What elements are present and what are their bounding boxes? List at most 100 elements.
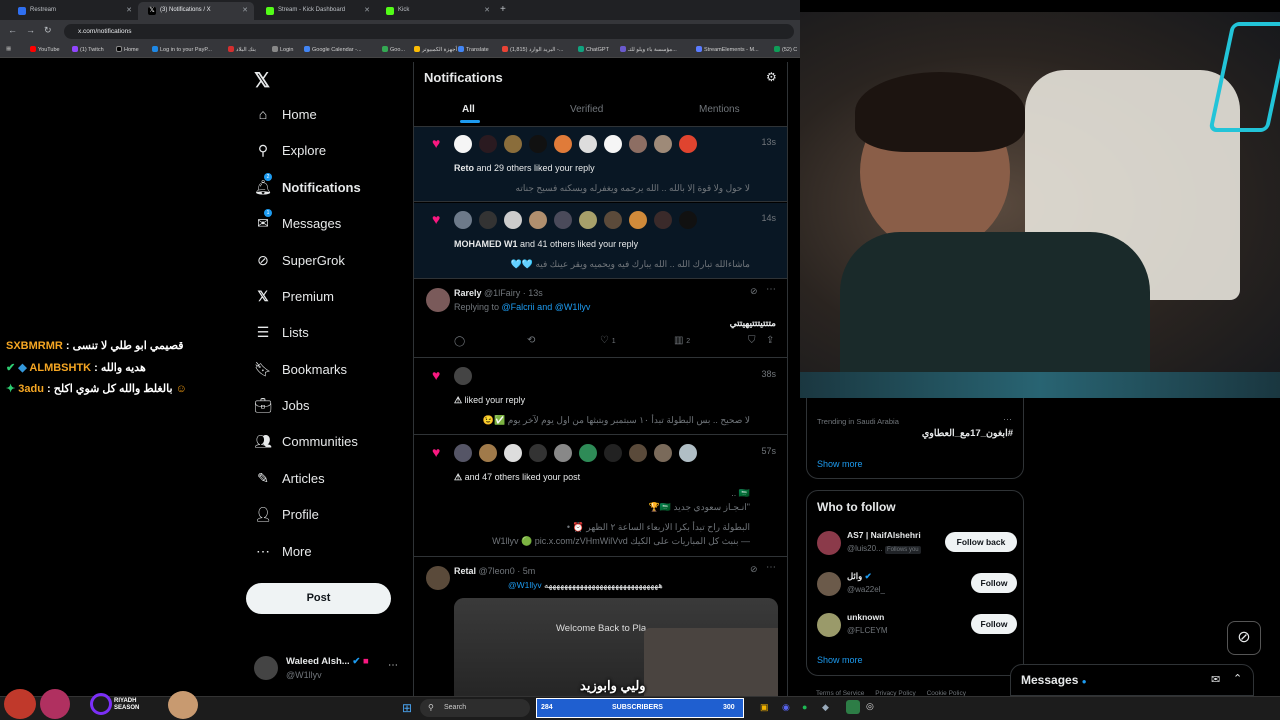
bookmark-item[interactable]: Home <box>116 46 139 53</box>
back-icon[interactable]: ← <box>8 25 17 35</box>
avatar[interactable] <box>604 135 622 153</box>
app-icon[interactable]: ◆ <box>822 702 829 713</box>
obs-icon[interactable]: ◎ <box>866 701 874 712</box>
views-button[interactable]: ▥ 2 <box>674 335 690 346</box>
bookmark-icon[interactable]: ⛉ <box>748 335 756 346</box>
folder-icon[interactable]: ▣ <box>760 702 769 713</box>
tab-all[interactable]: All <box>462 104 475 115</box>
notification-like[interactable]: ♥ 38s ⚠ liked your reply لا صحيح .. بس ا… <box>414 359 787 435</box>
avatar[interactable] <box>529 211 547 229</box>
more-icon[interactable]: ⋯ <box>1003 414 1012 425</box>
bookmark-item[interactable]: Google Calendar -... <box>304 46 362 53</box>
apps-icon[interactable]: ▦ <box>6 46 11 52</box>
avatar[interactable] <box>629 211 647 229</box>
avatar[interactable] <box>654 135 672 153</box>
show-more-link[interactable]: Show more <box>817 459 863 469</box>
bookmark-item[interactable]: مؤسسة باء ويلو للتـ... <box>620 46 677 53</box>
new-message-icon[interactable]: ✉ <box>1211 673 1220 686</box>
forward-icon[interactable]: → <box>26 25 35 35</box>
show-more-link[interactable]: Show more <box>817 655 863 665</box>
follow-suggestion[interactable]: وائل ✔ @wa22el_ Follow <box>807 568 1025 602</box>
bookmark-item[interactable]: YouTube <box>30 46 60 53</box>
notification-like[interactable]: ♥ 13s Reto and 29 others liked your repl… <box>414 127 787 202</box>
tab-restream[interactable]: Restream ✕ <box>8 2 138 20</box>
bookmark-item[interactable]: (1) Twitch <box>72 46 104 53</box>
bookmark-item[interactable]: Goo... <box>382 46 405 53</box>
avatar[interactable] <box>479 211 497 229</box>
avatar[interactable] <box>579 211 597 229</box>
more-icon[interactable]: ⋯ <box>766 284 776 295</box>
avatar[interactable] <box>604 444 622 462</box>
avatar[interactable] <box>426 288 450 312</box>
more-icon[interactable]: ⋯ <box>388 660 398 671</box>
notification-like[interactable]: ♥ 14s MOHAMED W1 and 41 others liked you… <box>414 203 787 279</box>
avatar[interactable] <box>679 211 697 229</box>
avatar[interactable] <box>426 566 450 590</box>
avatar[interactable] <box>454 367 472 385</box>
avatar[interactable] <box>454 135 472 153</box>
avatar[interactable] <box>629 444 647 462</box>
reply-icon[interactable]: ◯ <box>454 336 465 347</box>
reply-post[interactable]: Rarely @1lFairy · 13s ⊘ ⋯ Replying to @F… <box>414 280 787 358</box>
grok-icon[interactable]: ⊘ <box>1227 621 1261 655</box>
avatar[interactable] <box>554 444 572 462</box>
close-icon[interactable]: ✕ <box>126 6 132 14</box>
bookmark-item[interactable]: Login <box>272 46 293 53</box>
avatar[interactable] <box>504 135 522 153</box>
expand-icon[interactable]: ⌃ <box>1233 672 1242 685</box>
taskbar-search[interactable]: ⚲ Search <box>420 699 530 717</box>
app-icon[interactable] <box>846 700 860 714</box>
grok-icon[interactable]: ⊘ <box>750 564 758 575</box>
repost-icon[interactable]: ⟲ <box>527 335 535 346</box>
bookmark-item[interactable]: بنك البلاد <box>228 46 256 53</box>
close-icon[interactable]: ✕ <box>484 6 490 14</box>
bookmark-item[interactable]: ChatGPT <box>578 46 609 53</box>
follow-button[interactable]: Follow <box>971 614 1017 634</box>
bookmark-item[interactable]: (52) C <box>774 46 797 53</box>
share-icon[interactable]: ⇪ <box>766 335 774 346</box>
tab-kick-dashboard[interactable]: Stream - Kick Dashboard ✕ <box>256 2 376 20</box>
follow-suggestion[interactable]: AS7 | NaifAlshehri @luis20... Follows yo… <box>807 527 1025 561</box>
tab-verified[interactable]: Verified <box>570 104 603 115</box>
bookmark-item[interactable]: أجهزة الكمبيوتر <box>414 46 457 53</box>
reload-icon[interactable]: ↻ <box>44 25 52 36</box>
avatar[interactable] <box>579 135 597 153</box>
like-button[interactable]: ♡ 1 <box>600 335 616 346</box>
x-logo-icon[interactable]: 𝕏 <box>254 68 270 93</box>
bookmark-item[interactable]: Log in to your PayP... <box>152 46 212 53</box>
avatar[interactable] <box>454 444 472 462</box>
avatar[interactable] <box>504 211 522 229</box>
avatar[interactable] <box>629 135 647 153</box>
new-tab-button[interactable]: + <box>500 4 506 15</box>
spotify-icon[interactable]: ● <box>802 702 807 712</box>
settings-gear-icon[interactable]: ⚙ <box>766 70 777 84</box>
account-switcher[interactable]: Waleed Alsh... ✔ ■ @W1llyv ⋯ <box>250 652 404 686</box>
avatar[interactable] <box>529 444 547 462</box>
bookmark-item[interactable]: (1,815) البريد الوارد -... <box>502 46 563 53</box>
avatar[interactable] <box>479 135 497 153</box>
post-button[interactable]: Post <box>246 583 391 614</box>
close-icon[interactable]: ✕ <box>242 6 248 14</box>
url-input[interactable]: x.com/notifications <box>64 24 794 39</box>
more-icon[interactable]: ⋯ <box>766 562 776 573</box>
follow-suggestion[interactable]: unknown @FLCEYM Follow <box>807 609 1025 643</box>
avatar[interactable] <box>454 211 472 229</box>
avatar[interactable] <box>654 211 672 229</box>
bookmark-item[interactable]: Translate <box>458 46 489 53</box>
grok-icon[interactable]: ⊘ <box>750 286 758 297</box>
avatar[interactable] <box>479 444 497 462</box>
avatar[interactable] <box>529 135 547 153</box>
follow-back-button[interactable]: Follow back <box>945 532 1017 552</box>
avatar[interactable] <box>654 444 672 462</box>
trend-topic[interactable]: #ابغون_17مع_العطاوي <box>922 428 1013 439</box>
follow-button[interactable]: Follow <box>971 573 1017 593</box>
avatar[interactable] <box>554 211 572 229</box>
avatar[interactable] <box>579 444 597 462</box>
bookmark-item[interactable]: StreamElements - M... <box>696 46 759 53</box>
avatar[interactable] <box>604 211 622 229</box>
avatar[interactable] <box>679 444 697 462</box>
close-icon[interactable]: ✕ <box>364 6 370 14</box>
discord-icon[interactable]: ◉ <box>782 702 790 713</box>
windows-start-icon[interactable]: ⊞ <box>402 701 412 715</box>
notification-like[interactable]: ♥ 57s ⚠ and 47 others liked your post 🇸🇦… <box>414 436 787 557</box>
